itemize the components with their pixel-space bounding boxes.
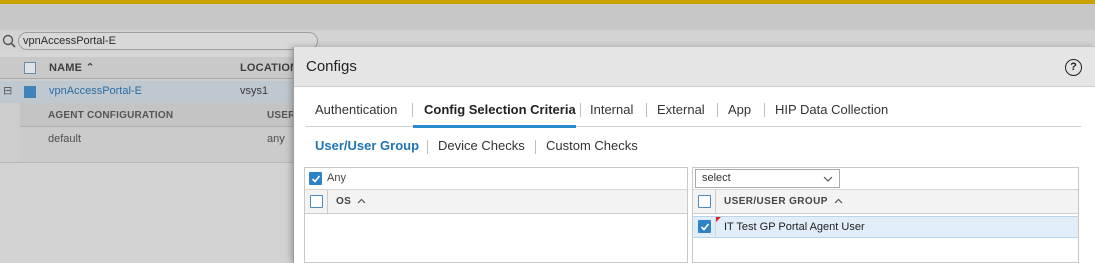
- chevron-down-icon: [823, 176, 833, 182]
- user-group-cell: IT Test GP Portal Agent User: [715, 217, 1075, 237]
- tab-divider: [764, 103, 765, 117]
- user-group-header-label: USER/USER GROUP: [724, 196, 828, 207]
- tab-authentication[interactable]: Authentication: [315, 102, 397, 117]
- sort-asc-icon: [357, 199, 366, 204]
- config-tabs: Authentication Config Selection Criteria…: [306, 97, 1081, 128]
- agent-config-header: AGENT CONFIGURATION USER: [20, 103, 310, 127]
- sort-asc-icon: ⌃: [85, 62, 95, 74]
- header-location[interactable]: LOCATION: [240, 57, 298, 79]
- user-select-row: select: [693, 168, 1078, 190]
- configs-dialog: Configs ? Authentication Config Selectio…: [293, 47, 1095, 263]
- subtab-user-group[interactable]: User/User Group: [315, 138, 419, 153]
- agent-config-user: any: [267, 133, 285, 145]
- subtab-divider: [535, 140, 536, 154]
- os-select-all-checkbox[interactable]: [310, 195, 323, 208]
- active-tab-indicator: [413, 125, 576, 128]
- user-select-all-checkbox[interactable]: [698, 195, 711, 208]
- os-panel: Any OS: [304, 167, 688, 263]
- dialog-title-bar: Configs ?: [294, 47, 1095, 87]
- collapse-icon[interactable]: ⊟: [3, 84, 12, 97]
- os-header[interactable]: OS: [327, 190, 366, 214]
- dialog-title: Configs: [306, 58, 357, 75]
- any-os-label: Any: [327, 172, 346, 184]
- table-row[interactable]: IT Test GP Portal Agent User: [693, 216, 1078, 238]
- row-checkbox[interactable]: [24, 86, 36, 98]
- criteria-subtabs: User/User Group Device Checks Custom Che…: [306, 135, 1081, 159]
- subtab-custom-checks[interactable]: Custom Checks: [546, 138, 638, 153]
- user-group-panel: select USER/USER GROUP IT Test GP Portal…: [692, 167, 1079, 263]
- checkmark-icon: [311, 175, 321, 183]
- user-column-header: USER/USER GROUP: [693, 190, 1078, 214]
- user-group-header[interactable]: USER/USER GROUP: [715, 190, 843, 214]
- user-row-checkbox[interactable]: [698, 220, 711, 233]
- table-row[interactable]: ⊟ vpnAccessPortal-E vsys1: [0, 81, 310, 103]
- background-empty-area: [0, 162, 300, 263]
- subtab-divider: [427, 140, 428, 154]
- header-name-label: NAME: [49, 62, 83, 74]
- sort-asc-icon: [834, 199, 843, 204]
- search-icon: [2, 34, 16, 48]
- header-name[interactable]: NAME ⌃: [49, 57, 95, 79]
- subtab-device-checks[interactable]: Device Checks: [438, 138, 525, 153]
- background-search-input[interactable]: vpnAccessPortal-E: [18, 32, 318, 50]
- background-portal-table: NAME ⌃ LOCATION ⊟ vpnAccessPortal-E vsys…: [0, 57, 310, 162]
- background-table-header: NAME ⌃ LOCATION: [0, 57, 310, 79]
- os-column-header: OS: [305, 190, 687, 214]
- question-circle-icon[interactable]: ?: [1065, 59, 1082, 76]
- modified-flag-icon: [716, 217, 721, 222]
- agent-config-name: default: [48, 133, 82, 145]
- tab-hip-data-collection[interactable]: HIP Data Collection: [775, 102, 888, 117]
- checkmark-icon: [700, 223, 710, 231]
- any-os-checkbox[interactable]: [309, 172, 322, 185]
- select-all-checkbox[interactable]: [24, 62, 36, 74]
- tab-external[interactable]: External: [657, 102, 705, 117]
- tab-internal[interactable]: Internal: [590, 102, 633, 117]
- header-user: USER: [267, 110, 296, 121]
- portal-location: vsys1: [240, 85, 269, 97]
- tab-app[interactable]: App: [728, 102, 751, 117]
- user-select-value: select: [702, 172, 731, 184]
- tab-divider: [412, 103, 413, 117]
- user-group-name: IT Test GP Portal Agent User: [724, 221, 865, 233]
- portal-name-link[interactable]: vpnAccessPortal-E: [49, 85, 142, 97]
- any-os-row: Any: [305, 168, 687, 190]
- app-header-bar: [0, 4, 1095, 30]
- tab-divider: [646, 103, 647, 117]
- tab-divider: [717, 103, 718, 117]
- tab-divider: [580, 103, 581, 117]
- agent-config-row[interactable]: default any: [20, 127, 310, 162]
- tab-config-selection-criteria[interactable]: Config Selection Criteria: [424, 102, 576, 117]
- user-select-dropdown[interactable]: select: [695, 169, 840, 188]
- os-header-label: OS: [336, 196, 352, 207]
- header-agent-configuration: AGENT CONFIGURATION: [48, 110, 174, 121]
